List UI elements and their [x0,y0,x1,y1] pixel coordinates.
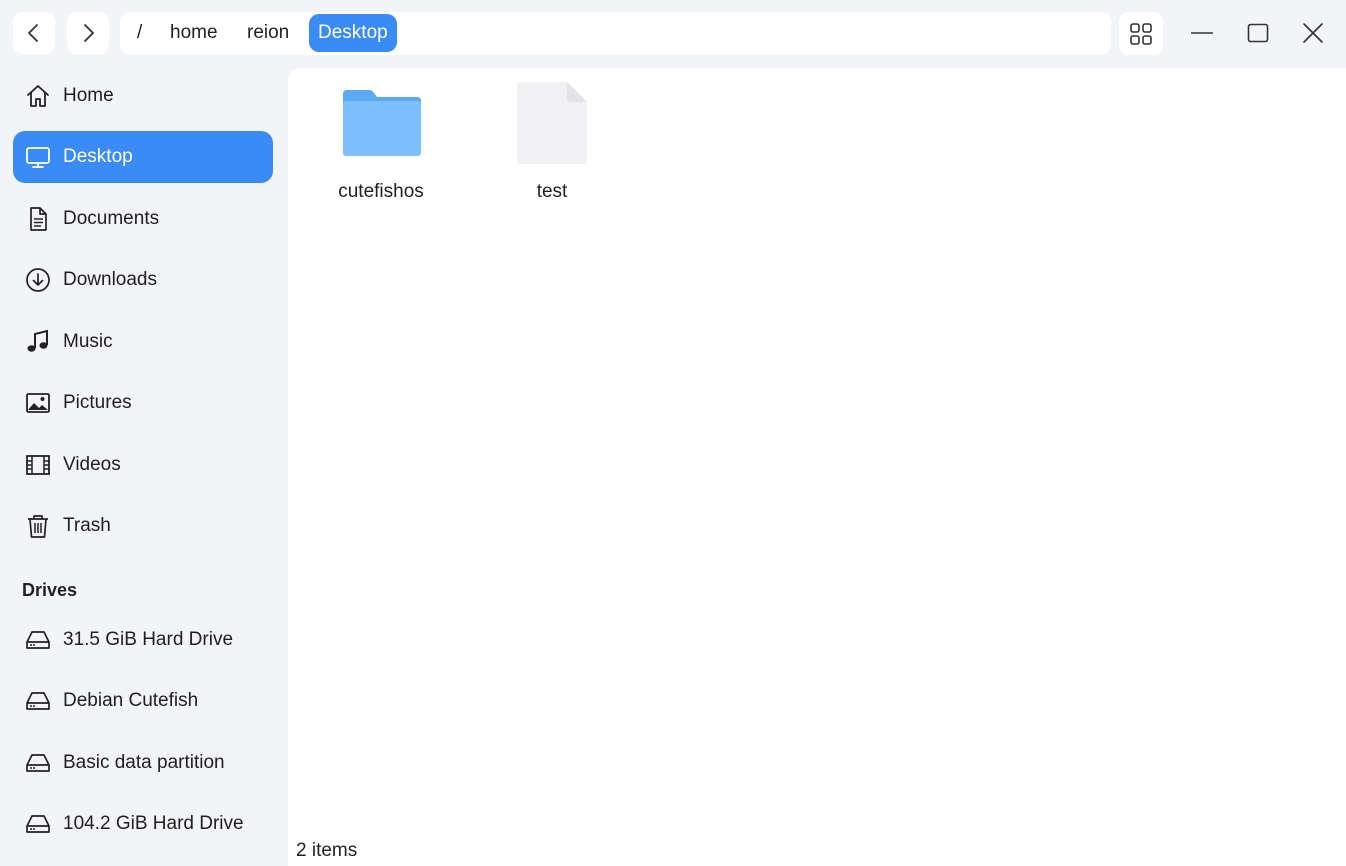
sidebar-item-label: Basic data partition [63,752,225,773]
sidebar-item-downloads[interactable]: Downloads [13,254,273,306]
breadcrumb-home[interactable]: home [161,14,227,52]
sidebar: Home Desktop Documents Downloads Music P… [0,66,288,866]
picture-icon [24,389,52,417]
download-icon [24,266,52,294]
status-item-count: 2 items [296,840,358,861]
sidebar-item-label: Music [63,331,113,352]
sidebar-item-drive-2[interactable]: Debian Cutefish [13,675,273,727]
path-bar[interactable]: / home reion Desktop [120,12,1111,55]
sidebar-item-label: 104.2 GiB Hard Drive [63,813,244,834]
back-button[interactable] [13,12,55,54]
forward-button[interactable] [67,12,109,54]
sidebar-item-label: Documents [63,208,160,229]
file-item-cutefishos[interactable]: cutefishos [316,78,446,208]
sidebar-item-documents[interactable]: Documents [13,193,273,245]
drives-section-title: Drives [22,580,78,600]
folder-icon [336,78,426,168]
sidebar-item-label: Desktop [63,146,133,167]
sidebar-item-trash[interactable]: Trash [13,500,273,552]
sidebar-item-label: Debian Cutefish [63,690,199,711]
maximize-button[interactable] [1238,14,1278,52]
breadcrumb-desktop[interactable]: Desktop [309,14,397,52]
hard-drive-icon [24,810,52,838]
film-icon [24,451,52,479]
sidebar-item-videos[interactable]: Videos [13,439,273,491]
minimize-button[interactable] [1182,14,1222,52]
sidebar-item-music[interactable]: Music [13,316,273,368]
sidebar-item-home[interactable]: Home [13,70,273,122]
chevron-right-icon [84,24,94,42]
monitor-icon [24,143,52,171]
maximize-icon [1247,23,1269,43]
close-icon [1303,23,1323,43]
sidebar-item-pictures[interactable]: Pictures [13,377,273,429]
sidebar-item-label: Downloads [63,269,157,290]
music-icon [24,328,52,356]
hard-drive-icon [24,626,52,654]
file-name: cutefishos [338,181,424,202]
hard-drive-icon [24,749,52,777]
sidebar-item-label: 31.5 GiB Hard Drive [63,629,234,650]
file-name: test [536,181,568,202]
minimize-icon [1191,32,1213,34]
chevron-left-icon [28,24,38,42]
hard-drive-icon [24,687,52,715]
breadcrumb-reion[interactable]: reion [238,14,298,52]
sidebar-item-drive-1[interactable]: 31.5 GiB Hard Drive [13,614,273,666]
trash-icon [24,512,52,540]
breadcrumb-root[interactable]: / [128,14,151,52]
sidebar-item-drive-4[interactable]: 104.2 GiB Hard Drive [13,798,273,850]
grid-view-icon [1130,22,1152,45]
close-button[interactable] [1293,14,1333,52]
home-icon [24,82,52,110]
sidebar-item-label: Videos [63,454,121,475]
document-icon [24,205,52,233]
sidebar-item-desktop[interactable]: Desktop [13,131,273,183]
header-bar: / home reion Desktop [0,0,1346,66]
sidebar-item-label: Trash [63,515,111,536]
view-mode-button[interactable] [1119,12,1163,55]
file-view[interactable]: cutefishos test 2 items [288,68,1346,866]
file-item-test[interactable]: test [487,78,617,208]
file-icon [507,78,597,168]
sidebar-item-label: Home [63,85,114,106]
sidebar-item-drive-3[interactable]: Basic data partition [13,737,273,789]
sidebar-item-label: Pictures [63,392,132,413]
